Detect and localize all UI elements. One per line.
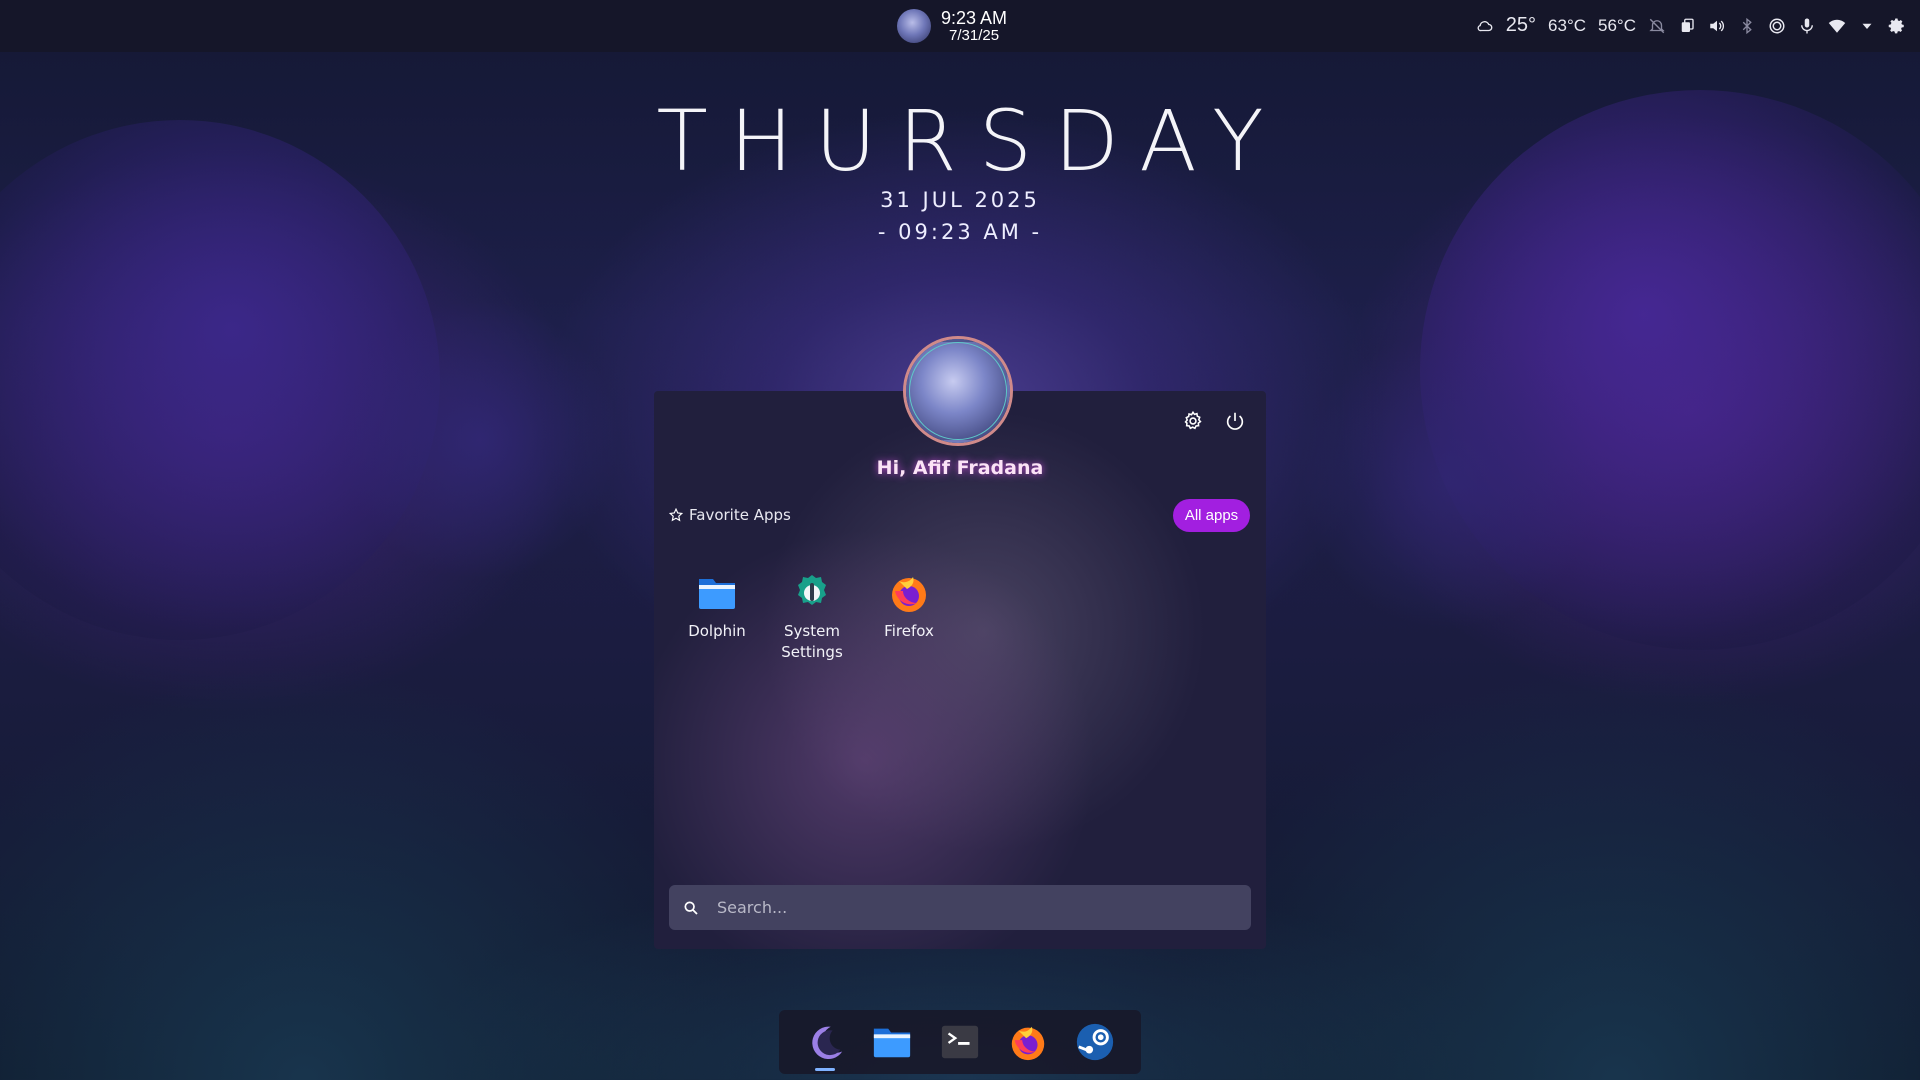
- app-system-settings[interactable]: System Settings: [769, 571, 855, 663]
- power-icon: [1226, 412, 1244, 430]
- clock-date: 7/31/25: [949, 27, 1000, 44]
- background-cloud: [1300, 330, 1600, 630]
- wifi-icon[interactable]: [1828, 17, 1846, 35]
- notifications-off-icon[interactable]: [1648, 17, 1666, 35]
- dock-terminal-button[interactable]: [937, 1019, 983, 1065]
- desktop-date: 31 JUL 2025: [880, 188, 1040, 212]
- gpu-temp[interactable]: 56°C: [1598, 16, 1636, 36]
- system-settings-icon: [798, 575, 826, 605]
- clock-time: 9:23 AM: [941, 8, 1008, 28]
- search-icon: [684, 900, 698, 915]
- files-icon: [874, 1028, 911, 1058]
- gear-icon: [1184, 410, 1202, 430]
- launcher-settings-button[interactable]: [1180, 408, 1206, 434]
- terminal-icon: [941, 1025, 979, 1059]
- desktop-day: THURSDAY: [656, 92, 1286, 190]
- panel-avatar[interactable]: [897, 9, 931, 43]
- power-button[interactable]: [1222, 408, 1248, 434]
- dock-firefox-button[interactable]: [1005, 1019, 1051, 1065]
- weather-temp[interactable]: 25°: [1506, 14, 1536, 37]
- dock: [779, 1010, 1141, 1074]
- clipboard-icon[interactable]: [1678, 17, 1696, 35]
- background-hills: [0, 660, 760, 1080]
- top-panel: 9:23 AM 7/31/25 25° 63°C 56°C: [0, 0, 1920, 52]
- weather-cloud-icon[interactable]: [1476, 17, 1494, 35]
- star-icon: [669, 508, 683, 522]
- background-cloud: [340, 300, 620, 580]
- favorite-apps-label: Favorite Apps: [689, 506, 791, 524]
- bluetooth-icon[interactable]: [1738, 17, 1756, 35]
- volume-icon[interactable]: [1708, 17, 1726, 35]
- background-hills: [1160, 660, 1920, 1080]
- expand-tray-icon[interactable]: [1858, 17, 1876, 35]
- system-tray: 25° 63°C 56°C: [1476, 14, 1906, 37]
- cpu-temp[interactable]: 63°C: [1548, 16, 1586, 36]
- settings-icon[interactable]: [1888, 17, 1906, 35]
- dock-steam-button[interactable]: [1072, 1019, 1118, 1065]
- panel-clock[interactable]: 9:23 AM 7/31/25: [897, 8, 1007, 44]
- user-greeting: Hi, Afif Fradana: [876, 457, 1044, 479]
- steam-icon: [1077, 1023, 1114, 1061]
- launcher-search[interactable]: [669, 885, 1251, 930]
- app-dolphin[interactable]: Dolphin: [674, 571, 760, 642]
- firefox-icon: [892, 577, 926, 612]
- launcher-moon-icon: [812, 1026, 842, 1060]
- favorite-apps-heading: Favorite Apps: [669, 506, 791, 524]
- microphone-icon[interactable]: [1798, 17, 1816, 35]
- search-input[interactable]: [717, 898, 1237, 917]
- app-label: Firefox: [884, 622, 934, 640]
- user-avatar[interactable]: [906, 339, 1010, 443]
- app-label: Dolphin: [688, 622, 746, 640]
- firefox-icon: [1011, 1026, 1044, 1061]
- dock-launcher-button[interactable]: [802, 1019, 848, 1071]
- brightness-icon[interactable]: [1768, 17, 1786, 35]
- folder-icon: [699, 579, 735, 609]
- all-apps-button[interactable]: All apps: [1173, 499, 1250, 532]
- dock-files-button[interactable]: [869, 1019, 915, 1065]
- app-label: System Settings: [781, 622, 843, 661]
- desktop-time: - 09:23 AM -: [877, 220, 1043, 244]
- app-firefox[interactable]: Firefox: [866, 571, 952, 642]
